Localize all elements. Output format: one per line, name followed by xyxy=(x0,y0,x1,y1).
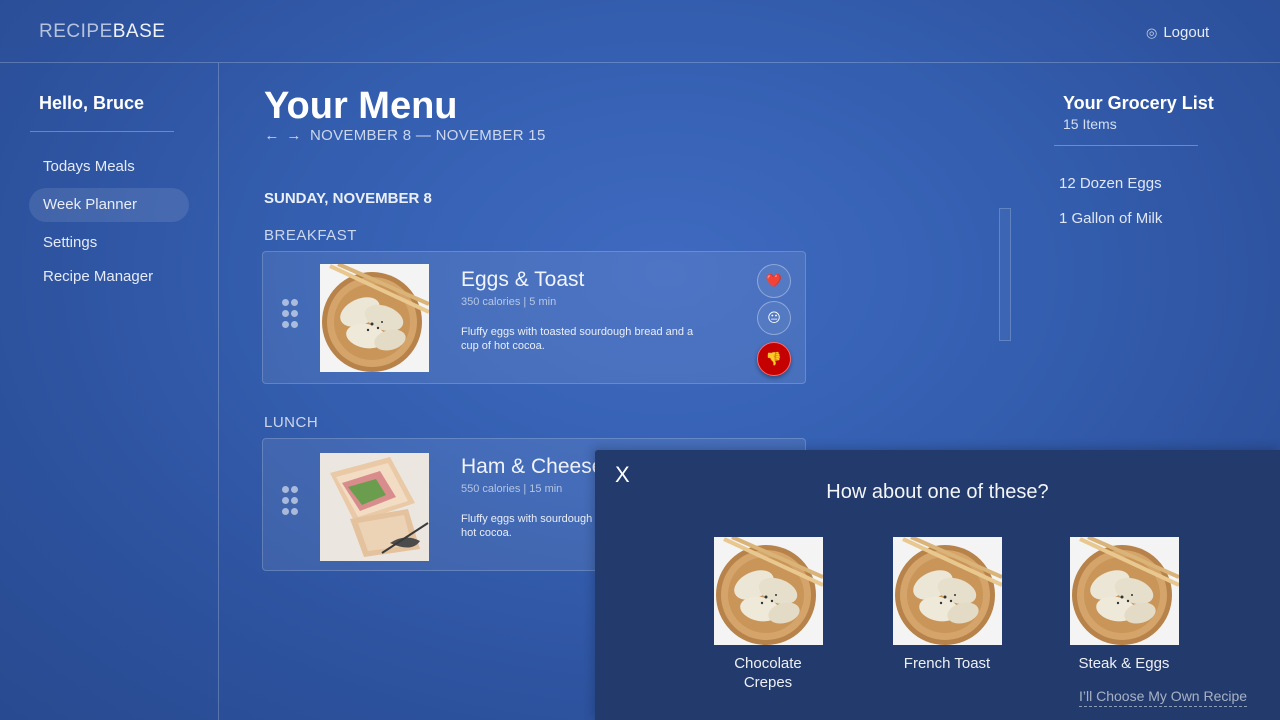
meal-meta: 550 calories | 15 min xyxy=(461,483,563,495)
suggestion-modal: X How about one of these? Chocolate Crep… xyxy=(595,450,1280,720)
suggestion-image[interactable] xyxy=(1069,537,1179,645)
sidebar-item-settings[interactable]: Settings xyxy=(29,226,189,260)
top-bar: RECIPEBASE ◎ Logout xyxy=(0,0,1280,63)
grocery-divider xyxy=(1054,145,1198,146)
meal-name[interactable]: Eggs & Toast xyxy=(461,268,584,292)
suggestion-card[interactable]: Steak & Eggs xyxy=(1059,537,1189,673)
suggestion-image[interactable] xyxy=(713,537,823,645)
neutral-button[interactable]: 😐 xyxy=(757,301,791,335)
meal-image xyxy=(320,264,429,372)
neutral-face-icon: 😐 xyxy=(767,310,781,325)
sidebar-divider xyxy=(30,131,174,132)
heart-icon: ❤️ xyxy=(765,273,783,288)
settings-circle-icon: ◎ xyxy=(1146,24,1158,40)
page-title: Your Menu xyxy=(264,85,458,127)
suggestion-image[interactable] xyxy=(892,537,1002,645)
suggestion-name[interactable]: Chocolate Crepes xyxy=(713,654,823,692)
sidebar-item-todays-meals[interactable]: Todays Meals xyxy=(29,150,189,184)
suggestion-name[interactable]: French Toast xyxy=(882,654,1012,673)
week-navigation: ← → NOVEMBER 8 — NOVEMBER 15 xyxy=(264,127,546,144)
app-logo[interactable]: RECIPEBASE xyxy=(39,21,165,43)
logout-label: Logout xyxy=(1163,24,1210,41)
dislike-button[interactable]: 👎 xyxy=(757,342,791,376)
sidebar-item-recipe-manager[interactable]: Recipe Manager xyxy=(29,260,189,294)
arrow-left-icon[interactable]: ← xyxy=(264,127,280,144)
sidebar: Hello, Bruce Todays Meals Week Planner S… xyxy=(0,63,219,720)
meal-name[interactable]: Ham & Cheese xyxy=(461,455,603,479)
modal-title: How about one of these? xyxy=(826,481,1049,503)
drag-handle-icon[interactable] xyxy=(282,299,299,331)
sidebar-item-week-planner[interactable]: Week Planner xyxy=(29,188,189,222)
day-heading: SUNDAY, NOVEMBER 8 xyxy=(264,190,432,207)
meal-description: Fluffy eggs with toasted sourdough bread… xyxy=(461,326,694,352)
arrow-right-icon[interactable]: → xyxy=(286,127,302,144)
logo-text-bold: BASE xyxy=(112,21,166,42)
drag-handle-icon[interactable] xyxy=(282,486,299,518)
scrollbar[interactable] xyxy=(999,208,1011,341)
grocery-title: Your Grocery List xyxy=(1063,93,1214,113)
grocery-count: 15 Items xyxy=(1063,116,1117,132)
logo-text-light: RECIPE xyxy=(39,21,113,42)
grocery-item[interactable]: 12 Dozen Eggs xyxy=(1059,175,1162,192)
meal-meta: 350 calories | 5 min xyxy=(461,296,557,308)
love-button[interactable]: ❤️ xyxy=(757,264,791,298)
meal-description: Fluffy eggs with sourdough hot cocoa. xyxy=(461,513,593,539)
suggestion-card[interactable]: French Toast xyxy=(882,537,1012,673)
choose-own-recipe-link[interactable]: I’ll Choose My Own Recipe xyxy=(1079,688,1248,707)
logout-button[interactable]: ◎ Logout xyxy=(1146,24,1209,41)
meal-label-lunch: LUNCH xyxy=(264,414,319,431)
meal-label-breakfast: BREAKFAST xyxy=(264,227,357,244)
grocery-item[interactable]: 1 Gallon of Milk xyxy=(1059,210,1162,227)
date-range: NOVEMBER 8 — NOVEMBER 15 xyxy=(310,127,546,144)
meal-image xyxy=(320,453,429,561)
greeting: Hello, Bruce xyxy=(39,93,145,113)
suggestion-card[interactable]: Chocolate Crepes xyxy=(703,537,833,692)
suggestion-name[interactable]: Steak & Eggs xyxy=(1059,654,1189,673)
thumbs-down-icon: 👎 xyxy=(765,351,783,366)
meal-card-breakfast[interactable]: Eggs & Toast 350 calories | 5 min Fluffy… xyxy=(262,251,806,384)
